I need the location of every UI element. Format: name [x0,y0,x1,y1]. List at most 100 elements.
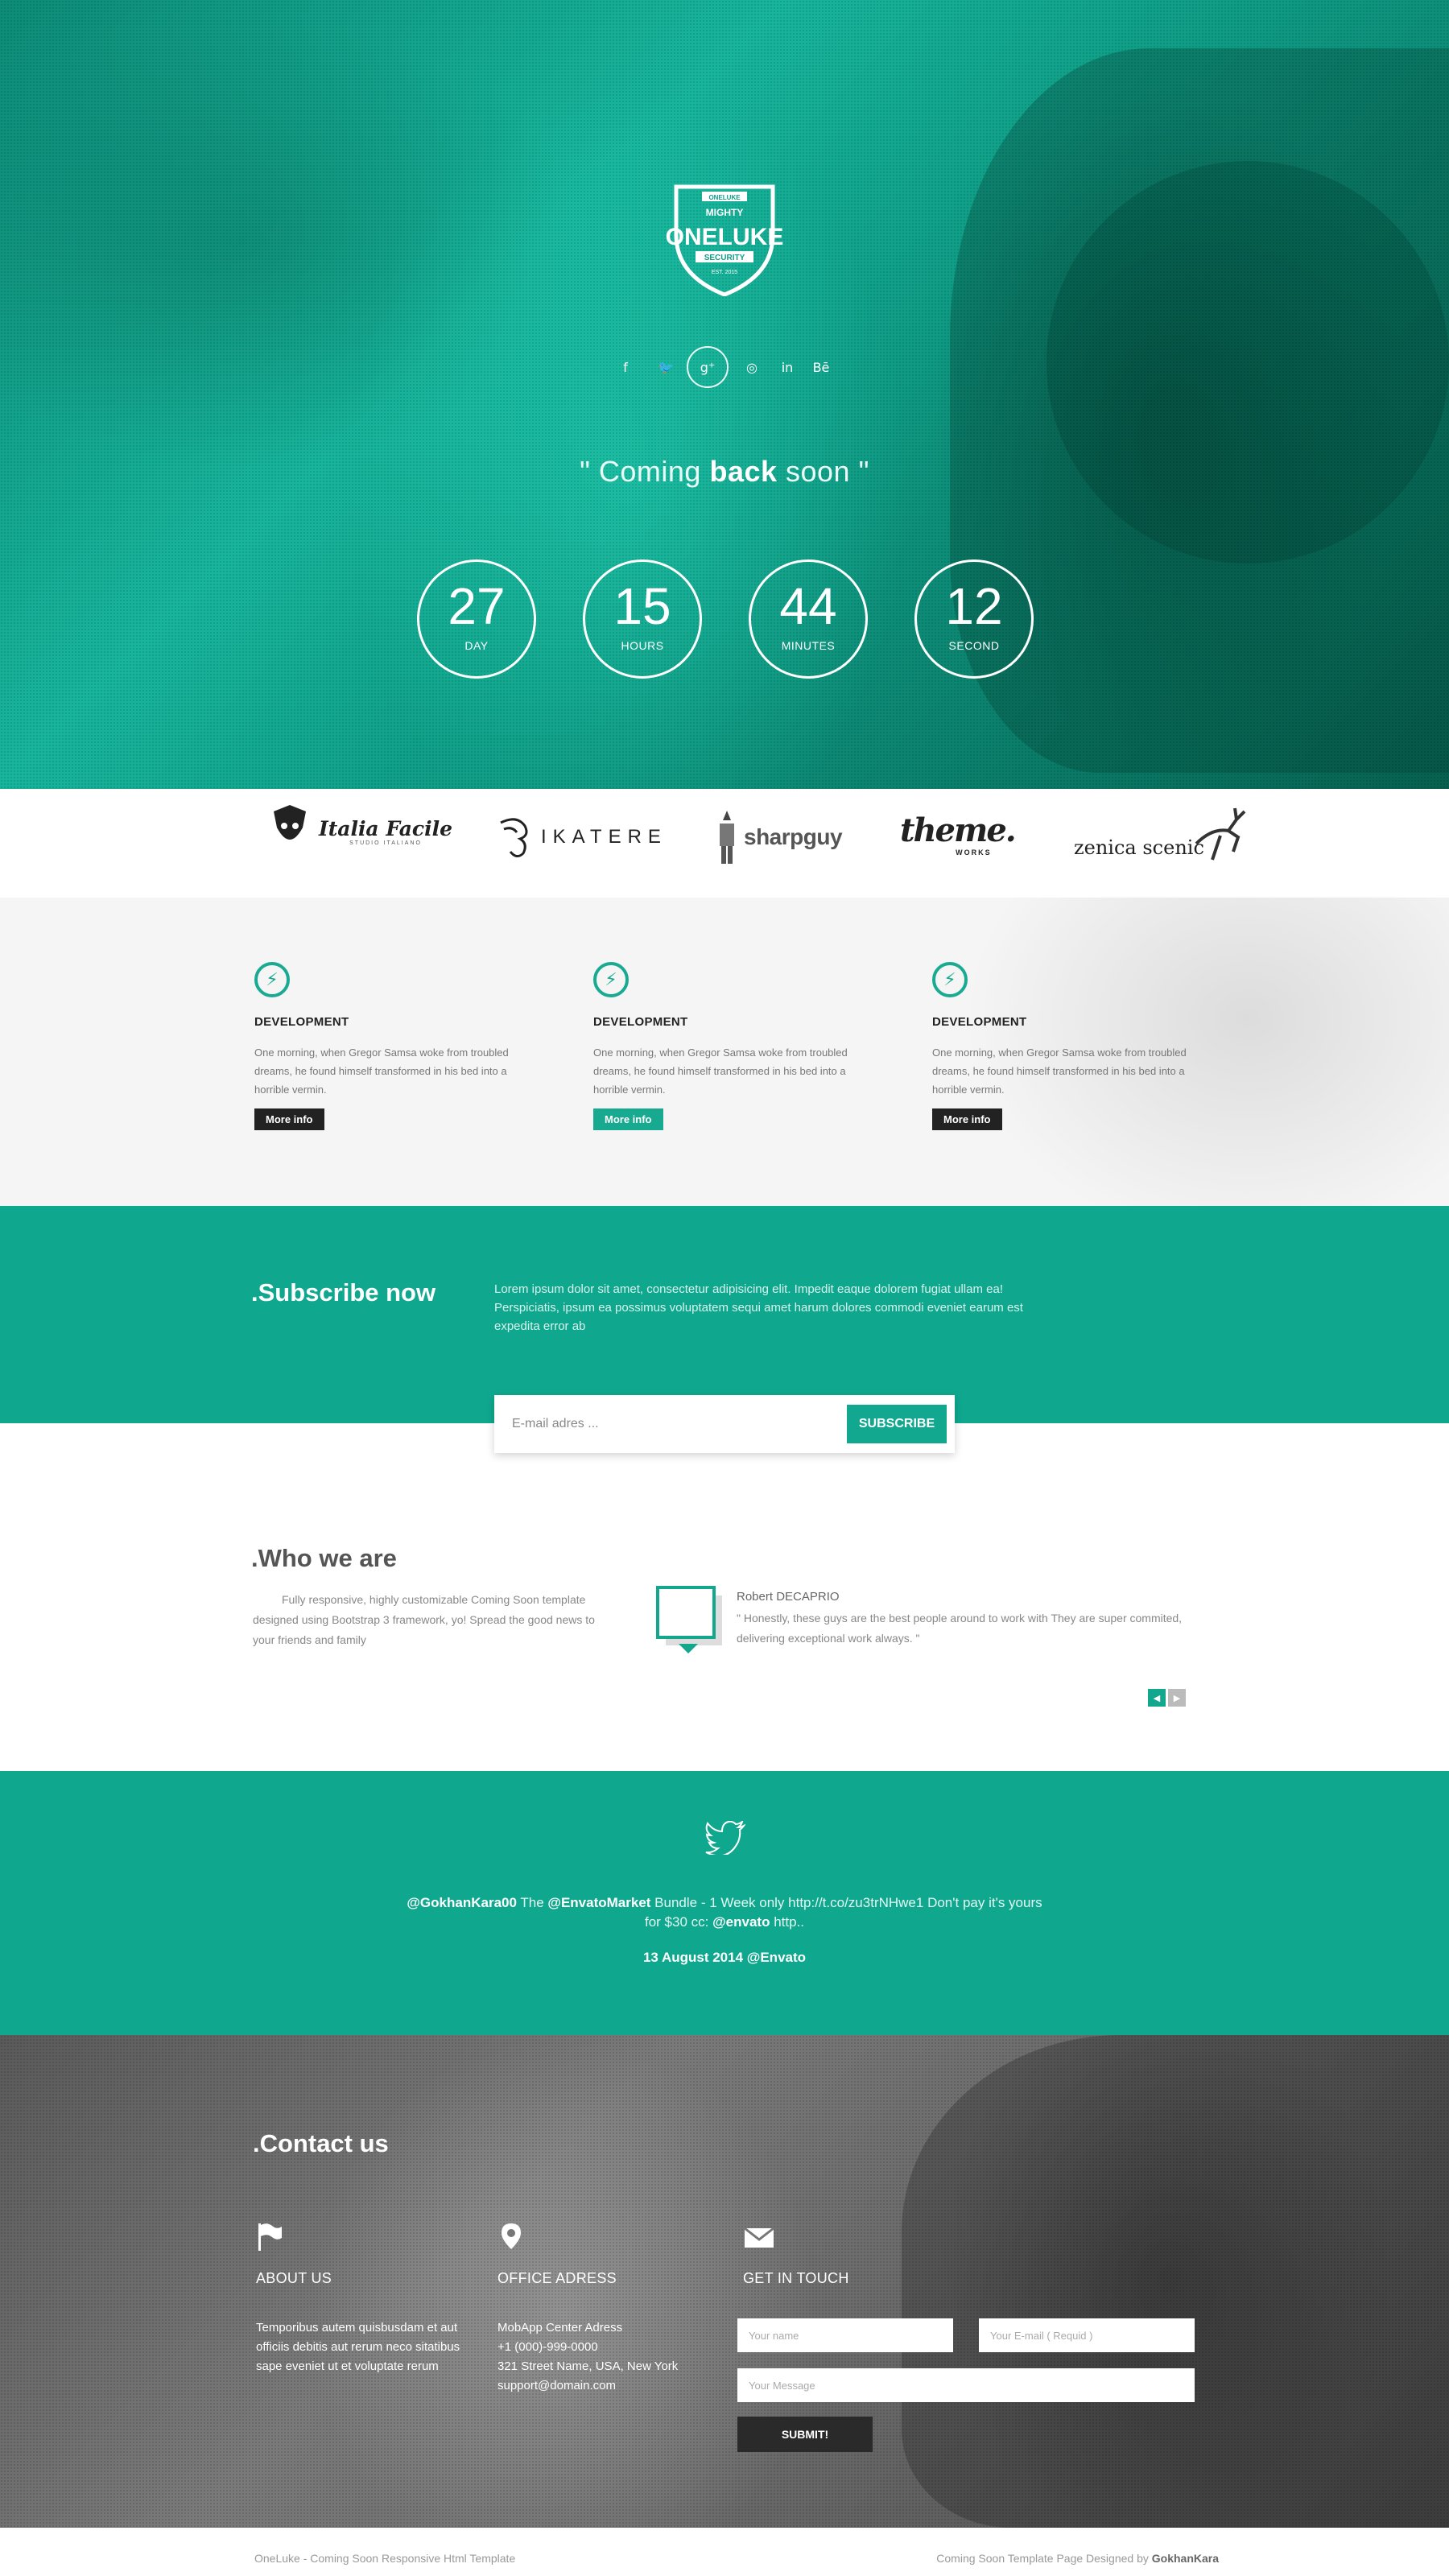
office-line[interactable]: support@domain.com [497,2376,715,2396]
tagline-close: soon " [777,455,869,488]
footer-author-link[interactable]: GokhanKara [1152,2552,1219,2565]
client-logo-italia-facile[interactable]: Italia Facile STUDIO ITALIANO [266,801,452,861]
email-field[interactable] [979,2318,1195,2352]
client-name: IKATERE [541,826,667,848]
lightning-icon: ⚡ [254,962,290,997]
lightning-icon: ⚡ [932,962,968,997]
lightning-icon: ⚡ [593,962,629,997]
subscribe-button[interactable]: SUBSCRIBE [847,1405,947,1443]
tweet-text: @GokhanKara00 The @EnvatoMarket Bundle -… [402,1893,1046,1932]
contact-title: .Contact us [253,2129,389,2157]
next-arrow-icon[interactable]: ▶ [1168,1689,1186,1707]
countdown-value: 44 [779,577,837,635]
envelope-icon [744,2227,774,2248]
contact-dot-overlay [0,2035,1449,2528]
twitter-bird-icon [705,1821,745,1855]
about-text: Temporibus autem quisbusdam et aut offic… [256,2321,460,2373]
footer [0,2528,1449,2576]
countdown-value: 27 [448,577,506,635]
client-sub: STUDIO ITALIANO [349,840,422,846]
hero-tagline: " Coming back soon " [0,455,1449,489]
twitter-icon[interactable]: 🐦 [645,346,687,388]
office-heading: OFFICE ADRESS [497,2270,617,2286]
who-text: Fully responsive, highly customizable Co… [253,1593,595,1646]
countdown-label: MINUTES [781,639,836,652]
logo-mighty-text: MIGHTY [706,207,744,218]
tagline-bold: back [709,455,778,488]
more-info-button[interactable]: More info [932,1108,1002,1130]
touch-heading: GET IN TOUCH [743,2270,849,2286]
logo-year-text: EST. 2015 [712,270,737,275]
subscribe-text: Lorem ipsum dolor sit amet, consectetur … [494,1282,1023,1333]
deer-icon [1195,807,1246,861]
more-info-button[interactable]: More info [254,1108,324,1130]
countdown-label: DAY [464,639,489,652]
tweet-mention[interactable]: @EnvatoMarket [547,1895,650,1910]
client-name: zenica scenic [1074,836,1204,859]
client-name: theme. [900,811,1017,849]
about-heading: ABOUT US [256,2270,332,2286]
service-text: One morning, when Gregor Samsa woke from… [932,1046,1187,1096]
countdown-seconds: 12 SECOND [914,559,1034,679]
logo-security-text: SECURITY [704,254,745,262]
countdown-minutes: 44 MINUTES [749,559,868,679]
service-column: ⚡ DEVELOPMENT One morning, when Gregor S… [254,962,544,1130]
name-field[interactable] [737,2318,953,2352]
tweet-date: 13 August 2014 @Envato [642,1950,807,1965]
client-logo-ikatere[interactable]: IKATERE [493,813,667,861]
footer-credit: Coming Soon Template Page Designed by Go… [936,2552,1219,2565]
countdown-hours: 15 HOURS [583,559,702,679]
client-logo-zenica-scenic[interactable]: zenica scenic [1074,803,1253,868]
submit-button[interactable]: SUBMIT! [737,2417,873,2452]
office-line: 321 Street Name, USA, New York [497,2359,679,2373]
behance-icon[interactable]: Bē [800,346,842,388]
flag-icon [258,2223,282,2251]
office-address: MobApp Center Adress +1 (000)-999-0000 3… [497,2318,715,2396]
testimonial-text: " Honestly, these guys are the best peop… [737,1612,1183,1645]
oneluke-logo: ONELUKE MIGHTY ONELUKE SECURITY EST. 201… [666,184,784,296]
jester-mask-icon [274,804,306,840]
client-logo-sharpguy[interactable]: sharpguy [715,807,843,867]
tweet-part: Bundle - 1 Week only http://t.co/zu3trNH… [644,1895,1042,1930]
subscribe-form: SUBSCRIBE [494,1395,955,1453]
message-field[interactable] [737,2368,1195,2402]
tweet-part: The [516,1895,548,1910]
hero-dot-overlay [0,0,1449,789]
service-title: DEVELOPMENT [593,1015,688,1029]
office-line: MobApp Center Adress [497,2321,623,2334]
hero-section [0,0,1449,789]
google-plus-icon[interactable]: g⁺ [687,346,729,388]
client-logo-theme-works[interactable]: theme. WORKS [900,811,1017,869]
email-input[interactable] [512,1413,818,1435]
subscribe-title: .Subscribe now [251,1278,436,1307]
facebook-icon[interactable]: f [605,346,646,388]
speech-bubble-icon [656,1586,722,1653]
service-column: ⚡ DEVELOPMENT One morning, when Gregor S… [932,962,1222,1130]
tweet-part: http.. [770,1914,804,1930]
map-pin-icon [502,2223,521,2249]
service-title: DEVELOPMENT [932,1015,1027,1029]
tweet-handle[interactable]: @GokhanKara00 [407,1895,517,1910]
countdown-label: SECOND [948,639,1000,652]
countdown-value: 12 [945,577,1003,635]
testimonial-name: Robert DECAPRIO [737,1590,840,1604]
seahorse-icon [500,818,528,857]
countdown-days: 27 DAY [417,559,536,679]
logo-top-text: ONELUKE [708,194,741,201]
service-text: One morning, when Gregor Samsa woke from… [593,1046,848,1096]
footer-left-text: OneLuke - Coming Soon Responsive Html Te… [254,2552,516,2565]
logo-name-text: ONELUKE [666,224,784,250]
office-line: +1 (000)-999-0000 [497,2340,598,2354]
service-column: ⚡ DEVELOPMENT One morning, when Gregor S… [593,962,883,1130]
client-name: Italia Facile [319,816,453,840]
tagline-open: " Coming [580,455,710,488]
client-sub: WORKS [956,848,992,857]
contact-section [0,2035,1449,2528]
tweet-mention[interactable]: @envato [712,1914,770,1930]
more-info-button[interactable]: More info [593,1108,663,1130]
sharpguy-figure-icon [720,810,734,864]
countdown-value: 15 [613,577,671,635]
client-name: sharpguy [744,824,843,849]
previous-arrow-icon[interactable]: ◀ [1148,1689,1166,1707]
countdown-label: HOURS [621,639,664,652]
